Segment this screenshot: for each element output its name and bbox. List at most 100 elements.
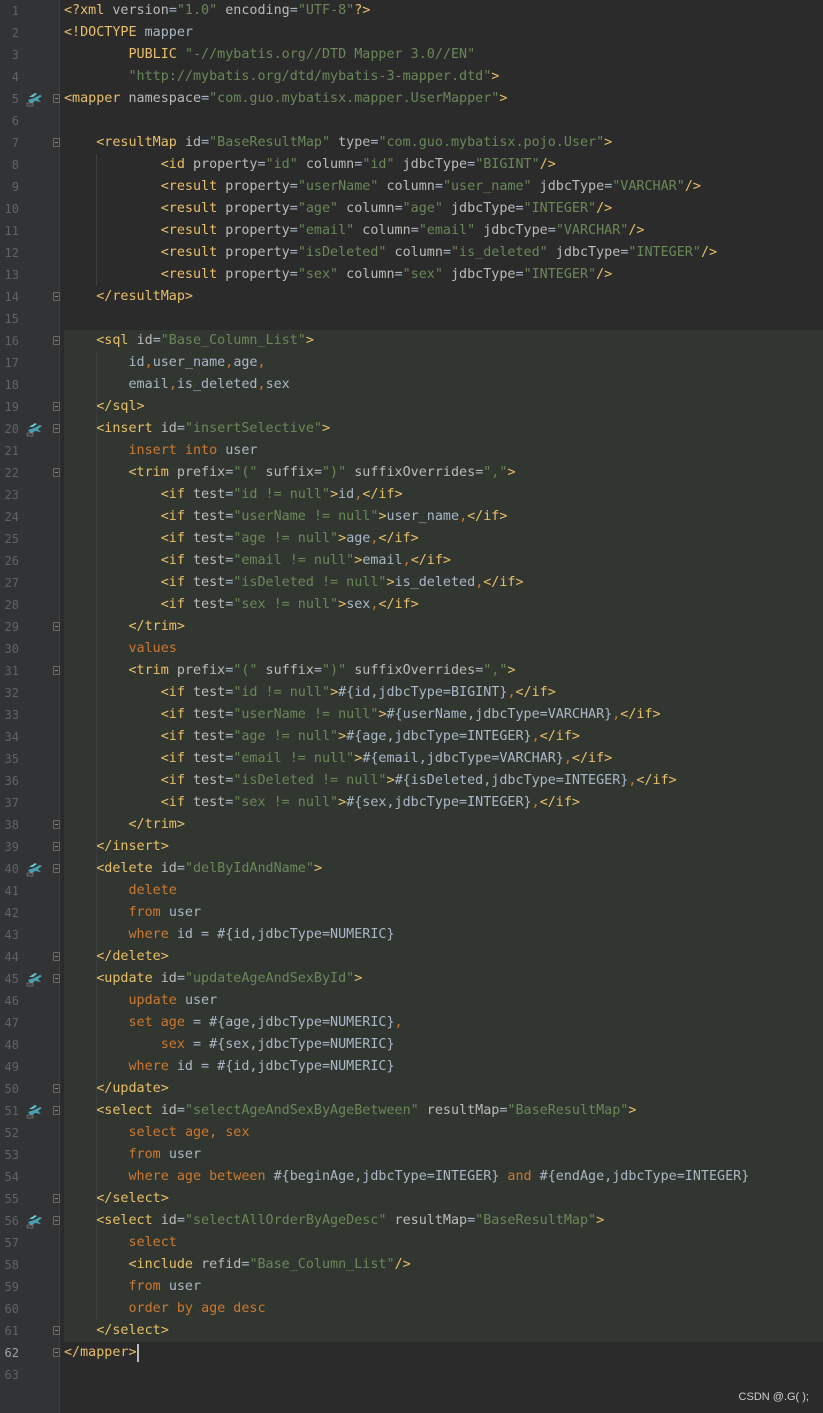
code-line[interactable]: 10 <result property="age" column="age" j… [0,198,823,220]
code-line[interactable]: 9 <result property="userName" column="us… [0,176,823,198]
fold-toggle-icon[interactable] [53,974,60,983]
code-line[interactable]: 56 <select id="selectAllOrderByAgeDesc" … [0,1210,823,1232]
code-line[interactable]: 25 <if test="age != null">age,</if> [0,528,823,550]
code-line[interactable]: 6 [0,110,823,132]
code-line[interactable]: 46 update user [0,990,823,1012]
code-line[interactable]: 54 where age between #{beginAge,jdbcType… [0,1166,823,1188]
code-line[interactable]: 26 <if test="email != null">email,</if> [0,550,823,572]
code-line[interactable]: 34 <if test="age != null">#{age,jdbcType… [0,726,823,748]
code-line[interactable]: 49 where id = #{id,jdbcType=NUMERIC} [0,1056,823,1078]
fold-toggle-icon[interactable] [53,842,60,851]
code-line[interactable]: 38 </trim> [0,814,823,836]
code-line[interactable]: 28 <if test="sex != null">sex,</if> [0,594,823,616]
code-token: column [378,179,435,194]
code-line[interactable]: 59 from user [0,1276,823,1298]
mapper-bird-icon[interactable] [26,971,44,987]
fold-toggle-icon[interactable] [53,1084,60,1093]
code-line[interactable]: 1 <?xml version="1.0" encoding="UTF-8"?> [0,0,823,22]
code-line[interactable]: 29 </trim> [0,616,823,638]
fold-toggle-icon[interactable] [53,952,60,961]
code-line[interactable]: 37 <if test="sex != null">#{sex,jdbcType… [0,792,823,814]
code-line[interactable]: 14 </resultMap> [0,286,823,308]
code-line[interactable]: 11 <result property="email" column="emai… [0,220,823,242]
code-line[interactable]: 55 </select> [0,1188,823,1210]
code-line[interactable]: 3 PUBLIC "-//mybatis.org//DTD Mapper 3.0… [0,44,823,66]
code-line[interactable]: 16 <sql id="Base_Column_List"> [0,330,823,352]
mapper-bird-icon[interactable] [26,1103,44,1119]
fold-toggle-icon[interactable] [53,666,60,675]
line-code: </resultMap> [64,286,193,308]
mapper-bird-icon[interactable] [26,91,44,107]
code-line[interactable]: 33 <if test="userName != null">#{userNam… [0,704,823,726]
mapper-bird-icon[interactable] [26,861,44,877]
mapper-bird-icon[interactable] [26,421,44,437]
code-line[interactable]: 57 select [0,1232,823,1254]
code-line[interactable]: 21 insert into user [0,440,823,462]
code-line[interactable]: 27 <if test="isDeleted != null">is_delet… [0,572,823,594]
code-line[interactable]: 45 <update id="updateAgeAndSexById"> [0,968,823,990]
code-token: insert into [128,443,226,458]
fold-toggle-icon[interactable] [53,94,60,103]
fold-toggle-icon[interactable] [53,292,60,301]
code-line[interactable]: 23 <if test="id != null">id,</if> [0,484,823,506]
fold-toggle-icon[interactable] [53,1194,60,1203]
code-line[interactable]: 4 "http://mybatis.org/dtd/mybatis-3-mapp… [0,66,823,88]
fold-toggle-icon[interactable] [53,1326,60,1335]
code-line[interactable]: 24 <if test="userName != null">user_name… [0,506,823,528]
code-line[interactable]: 58 <include refid="Base_Column_List"/> [0,1254,823,1276]
fold-toggle-icon[interactable] [53,820,60,829]
code-line[interactable]: 63 [0,1364,823,1386]
fold-toggle-icon[interactable] [53,622,60,631]
code-line[interactable]: 5 <mapper namespace="com.guo.mybatisx.map… [0,88,823,110]
code-line[interactable]: 8 <id property="id" column="id" jdbcType… [0,154,823,176]
code-line[interactable]: 62 </mapper> [0,1342,823,1364]
code-line[interactable]: 41 delete [0,880,823,902]
code-line[interactable]: 12 <result property="isDeleted" column="… [0,242,823,264]
fold-toggle-icon[interactable] [53,468,60,477]
fold-toggle-icon[interactable] [53,1216,60,1225]
line-number: 43 [4,928,19,942]
fold-toggle-icon[interactable] [53,1106,60,1115]
fold-toggle-icon[interactable] [53,864,60,873]
code-line[interactable]: 51 <select id="selectAgeAndSexByAgeBetwe… [0,1100,823,1122]
code-line[interactable]: 44 </delete> [0,946,823,968]
code-line[interactable]: 20 <insert id="insertSelective"> [0,418,823,440]
fold-toggle-icon[interactable] [53,138,60,147]
code-line[interactable]: 17 id,user_name,age, [0,352,823,374]
code-line[interactable]: 31 <trim prefix="(" suffix=")" suffixOve… [0,660,823,682]
code-line[interactable]: 13 <result property="sex" column="sex" j… [0,264,823,286]
code-line[interactable]: 61 </select> [0,1320,823,1342]
code-line[interactable]: 36 <if test="isDeleted != null">#{isDele… [0,770,823,792]
code-line[interactable]: 43 where id = #{id,jdbcType=NUMERIC} [0,924,823,946]
code-line[interactable]: 32 <if test="id != null">#{id,jdbcType=B… [0,682,823,704]
code-line[interactable]: 2 <!DOCTYPE mapper [0,22,823,44]
code-line[interactable]: 60 order by age desc [0,1298,823,1320]
code-line[interactable]: 19 </sql> [0,396,823,418]
fold-toggle-icon[interactable] [53,1348,60,1357]
code-line[interactable]: 35 <if test="email != null">#{email,jdbc… [0,748,823,770]
code-line[interactable]: 42 from user [0,902,823,924]
code-line[interactable]: 15 [0,308,823,330]
line-number: 37 [4,796,19,810]
code-editor[interactable]: 1 <?xml version="1.0" encoding="UTF-8"?> 2… [0,0,823,1413]
code-token: <result [160,267,226,282]
mapper-bird-icon[interactable] [26,1213,44,1229]
code-token: "INTEGER" [628,245,701,260]
code-line[interactable]: 53 from user [0,1144,823,1166]
fold-toggle-icon[interactable] [53,424,60,433]
code-line[interactable]: 40 <delete id="delByIdAndName"> [0,858,823,880]
fold-toggle-icon[interactable] [53,402,60,411]
fold-toggle-icon[interactable] [53,336,60,345]
code-line[interactable]: 18 email,is_deleted,sex [0,374,823,396]
code-line[interactable]: 48 sex = #{sex,jdbcType=NUMERIC} [0,1034,823,1056]
code-line[interactable]: 47 set age = #{age,jdbcType=NUMERIC}, [0,1012,823,1034]
code-line[interactable]: 39 </insert> [0,836,823,858]
code-token: </resultMap> [96,289,193,304]
code-line[interactable]: 7 <resultMap id="BaseResultMap" type="co… [0,132,823,154]
code-line[interactable]: 50 </update> [0,1078,823,1100]
code-line[interactable]: 52 select age, sex [0,1122,823,1144]
code-line[interactable]: 22 <trim prefix="(" suffix=")" suffixOve… [0,462,823,484]
code-line[interactable]: 30 values [0,638,823,660]
